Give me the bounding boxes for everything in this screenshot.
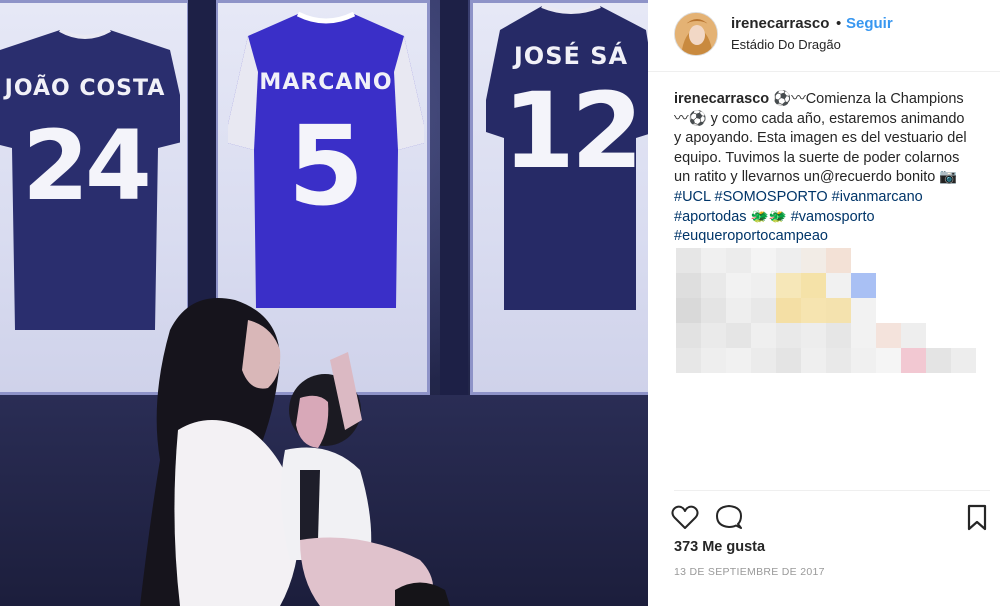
- caption-line: irenecarrasco ⚽〰Comienza la Champions: [674, 90, 992, 110]
- heart-icon[interactable]: [670, 502, 700, 532]
- pixel-block: [726, 248, 751, 273]
- pixel-block: [726, 273, 751, 298]
- bookmark-icon[interactable]: [962, 502, 992, 532]
- pixel-block: [776, 348, 801, 373]
- pixel-block: [901, 348, 926, 373]
- divider: [674, 490, 990, 491]
- caption-line: y apoyando. Esta imagen es del vestuario…: [674, 130, 967, 147]
- pixel-block: [826, 348, 851, 373]
- comment-bubble-icon[interactable]: [714, 502, 744, 532]
- pixel-block: [851, 273, 876, 298]
- separator-dot: •: [836, 15, 842, 32]
- pixel-block: [851, 348, 876, 373]
- caption-line: 〰⚽ y como cada año, estaremos animando: [674, 110, 965, 127]
- pixel-block: [751, 323, 776, 348]
- pixel-block: [876, 348, 901, 373]
- pixel-block: [676, 273, 701, 298]
- caption-line: un ratito y llevarnos un@recuerdo bonito…: [674, 169, 958, 186]
- pixel-block: [776, 323, 801, 348]
- hashtag-line[interactable]: #UCL #SOMOSPORTO #ivanmarcano: [674, 188, 992, 208]
- avatar-image: [675, 13, 717, 55]
- hashtag-euqueroportocampeao[interactable]: #euqueroportocampeao: [674, 227, 992, 247]
- pixel-block: [826, 298, 851, 323]
- pixel-block: [701, 273, 726, 298]
- pixel-block: [776, 298, 801, 323]
- caption-line: equipo. Tuvimos la suerte de poder colar…: [674, 149, 960, 166]
- pixel-block: [776, 273, 801, 298]
- avatar[interactable]: [674, 12, 718, 56]
- like-count[interactable]: 373 Me gusta: [674, 539, 765, 555]
- hashtag-vamosporto[interactable]: #vamosporto: [791, 209, 875, 225]
- pixel-block: [751, 298, 776, 323]
- pixelated-comments: [676, 248, 976, 375]
- pixel-block: [701, 298, 726, 323]
- pixel-block: [801, 273, 826, 298]
- post-photo[interactable]: JOÃO COSTA 24 MARCANO 5 JOSÉ SÁ 12: [0, 0, 648, 606]
- pixel-block: [876, 323, 901, 348]
- pixel-block: [851, 323, 876, 348]
- pixel-block: [826, 248, 851, 273]
- pixel-block: [726, 298, 751, 323]
- post-caption: irenecarrasco ⚽〰Comienza la Champions 〰⚽…: [674, 90, 992, 247]
- pixel-block: [851, 298, 876, 323]
- pixel-block: [701, 348, 726, 373]
- pixel-block: [676, 323, 701, 348]
- pixel-block: [676, 298, 701, 323]
- pixel-block: [751, 248, 776, 273]
- pixel-block: [901, 323, 926, 348]
- pixel-block: [726, 348, 751, 373]
- hashtag-line: #aportodas 🐲🐲 #vamosporto: [674, 208, 992, 228]
- hashtag-aportodas[interactable]: #aportodas: [674, 209, 747, 225]
- pixel-block: [701, 323, 726, 348]
- pixel-block: [951, 348, 976, 373]
- pixel-block: [751, 348, 776, 373]
- pixel-block: [801, 248, 826, 273]
- pixel-block: [776, 248, 801, 273]
- action-bar: [670, 502, 992, 532]
- post-details-panel: irenecarrasco • Seguir Estádio Do Dragão…: [648, 0, 1000, 606]
- caption-text: ⚽〰Comienza la Champions: [769, 91, 964, 107]
- follow-button[interactable]: Seguir: [846, 15, 893, 32]
- pixel-block: [801, 298, 826, 323]
- location-link[interactable]: Estádio Do Dragão: [731, 37, 841, 52]
- dragon-emojis: 🐲🐲: [746, 208, 791, 225]
- post-header: irenecarrasco • Seguir Estádio Do Dragão: [648, 0, 1000, 72]
- pixel-block: [801, 323, 826, 348]
- pixel-block: [676, 348, 701, 373]
- pixel-block: [801, 348, 826, 373]
- pixel-block: [826, 273, 851, 298]
- pixel-block: [701, 248, 726, 273]
- pixel-block: [726, 323, 751, 348]
- pixel-block: [926, 348, 951, 373]
- pixel-block: [826, 323, 851, 348]
- people-silhouettes: [140, 298, 450, 606]
- pixel-block: [751, 273, 776, 298]
- caption-username[interactable]: irenecarrasco: [674, 91, 769, 107]
- header-username[interactable]: irenecarrasco: [731, 15, 829, 32]
- post-date[interactable]: 13 DE SEPTIEMBRE DE 2017: [674, 566, 825, 578]
- pixel-block: [676, 248, 701, 273]
